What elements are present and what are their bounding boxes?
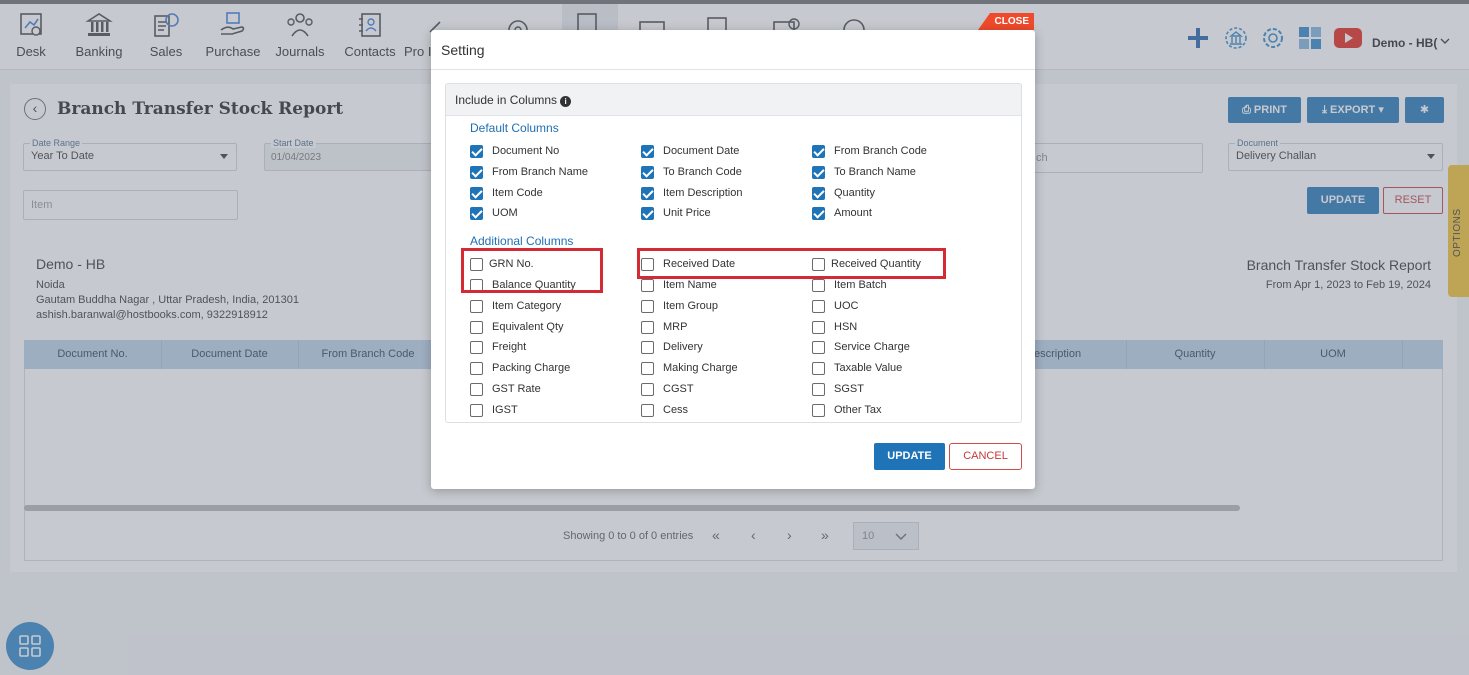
checkbox-box[interactable] [641,341,654,354]
checkbox-box[interactable] [641,166,654,179]
checkbox-box[interactable] [470,187,483,200]
checkbox-box[interactable] [470,300,483,313]
checkbox-box[interactable] [812,383,825,396]
checkbox-box[interactable] [641,321,654,334]
columns-panel-title: Include in Columns i [455,93,572,107]
checkbox-box[interactable] [641,187,654,200]
checkbox-box[interactable] [812,300,825,313]
checkbox-box[interactable] [812,362,825,375]
checkbox-box[interactable] [470,383,483,396]
checkbox-box[interactable] [641,404,654,417]
default-columns-title: Default Columns [470,121,559,135]
checkbox-box[interactable] [641,300,654,313]
checkbox-box[interactable] [470,166,483,179]
checkbox-box[interactable] [812,404,825,417]
checkbox-box[interactable] [641,383,654,396]
checkbox-box[interactable] [641,279,654,292]
additional-columns-title: Additional Columns [470,234,574,248]
checkbox-box[interactable] [641,207,654,220]
info-icon[interactable]: i [560,96,572,107]
checkbox-box[interactable] [470,207,483,220]
checkbox-box[interactable] [812,321,825,334]
settings-modal: Setting Include in Columns i Default Colu… [431,30,1035,489]
checkbox-box[interactable] [470,362,483,375]
checkbox-box[interactable] [641,145,654,158]
checkbox-box[interactable] [812,166,825,179]
highlight-box-grn [461,248,603,293]
checkbox-box[interactable] [812,341,825,354]
checkbox-box[interactable] [812,279,825,292]
modal-header: Setting [431,30,1035,70]
checkbox-box[interactable] [641,362,654,375]
modal-cancel-button[interactable]: CANCEL [949,443,1022,470]
columns-panel-header: Include in Columns i [446,84,1021,116]
checkbox-box[interactable] [470,321,483,334]
checkbox-box[interactable] [470,341,483,354]
checkbox-box[interactable] [470,404,483,417]
checkbox-box[interactable] [812,187,825,200]
modal-title: Setting [441,42,485,58]
modal-update-button[interactable]: UPDATE [874,443,945,470]
checkbox-box[interactable] [812,207,825,220]
checkbox-box[interactable] [470,145,483,158]
highlight-box-received [637,248,946,279]
checkbox-box[interactable] [812,145,825,158]
columns-panel: Include in Columns i Default Columns Docu… [445,83,1022,423]
